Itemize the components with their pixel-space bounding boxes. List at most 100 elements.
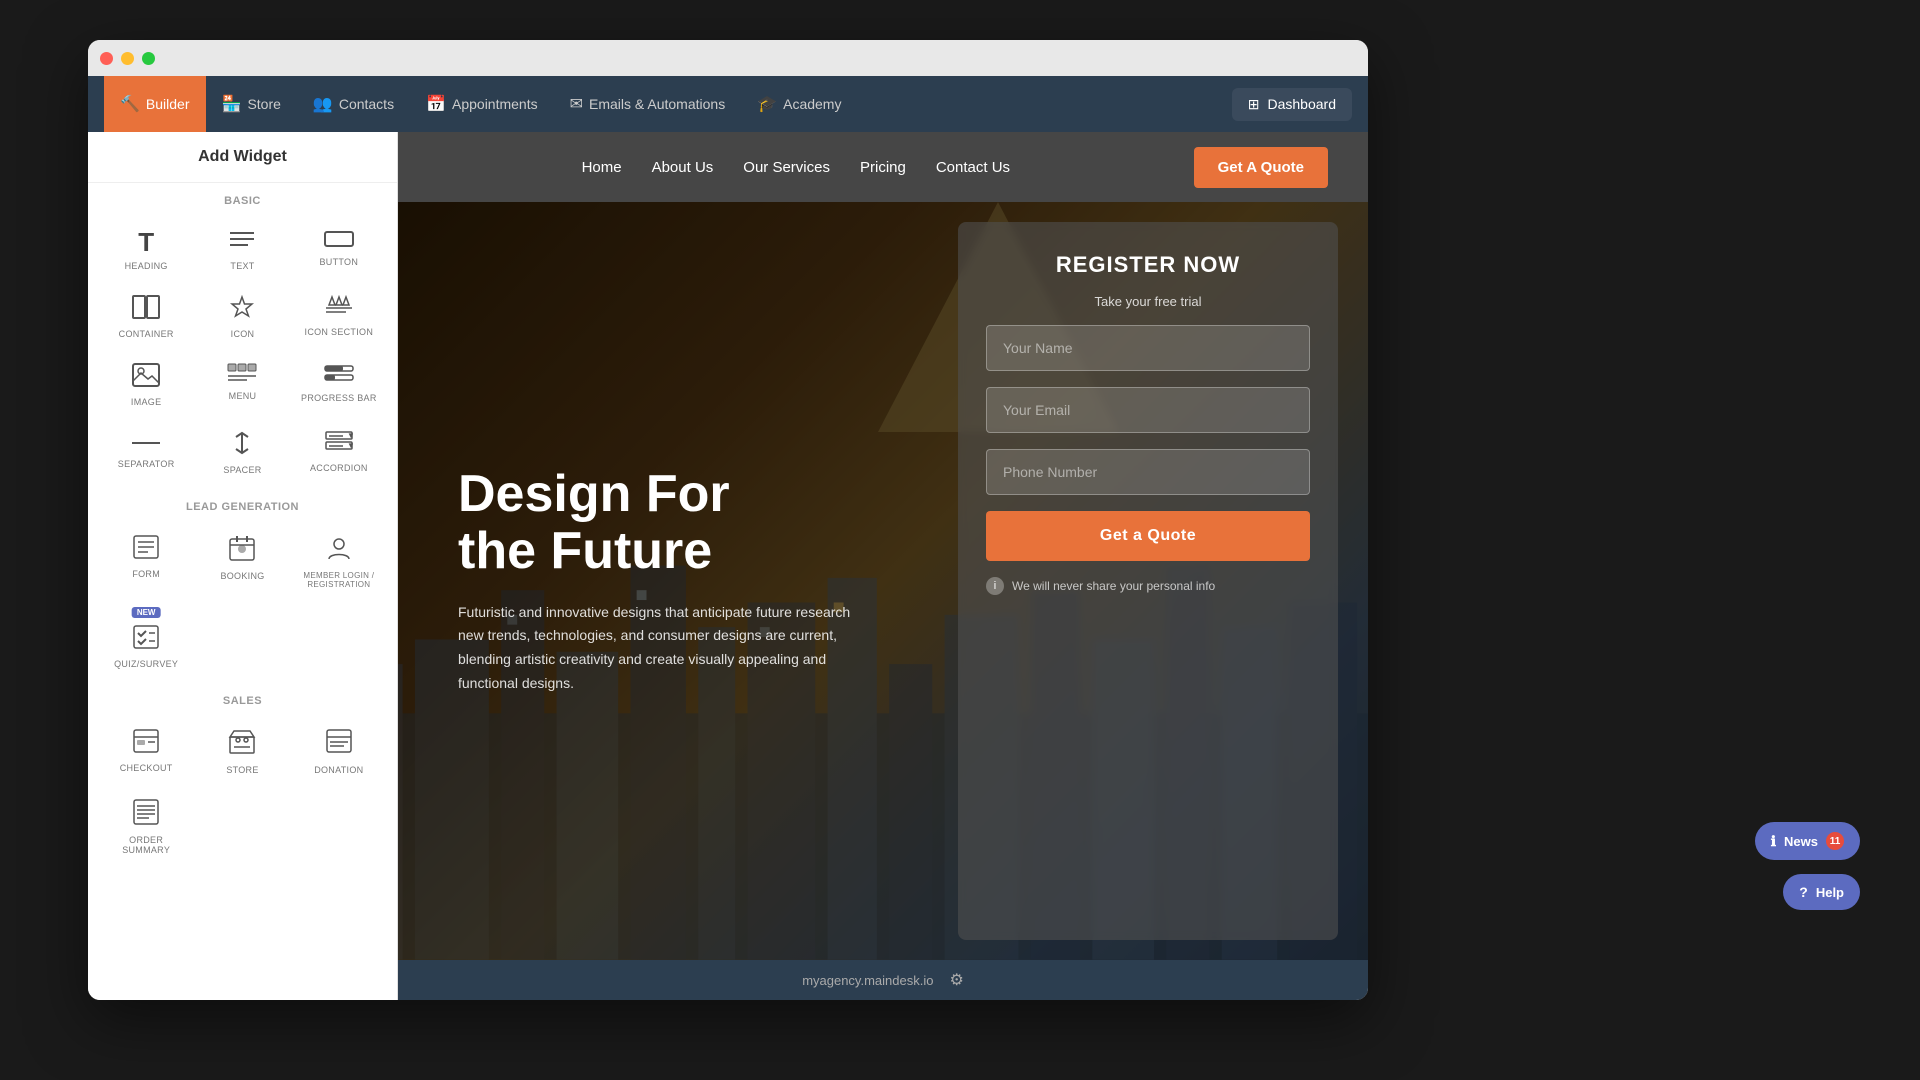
widget-member-login[interactable]: MEMBER LOGIN / REGISTRATION — [293, 525, 385, 599]
nav-item-store-label: Store — [247, 96, 280, 112]
site-nav-about[interactable]: About Us — [652, 159, 714, 176]
form-label: FORM — [132, 569, 160, 579]
widget-order-summary[interactable]: ORDER SUMMARY — [100, 789, 192, 865]
news-button-label: News — [1784, 834, 1818, 849]
svg-text:▼: ▼ — [347, 431, 353, 440]
image-icon — [132, 363, 160, 391]
settings-icon[interactable]: ⚙ — [949, 970, 963, 990]
progress-bar-label: PROGRESS BAR — [301, 393, 377, 403]
sales-section-label: SALES — [88, 683, 397, 715]
icon-section-label: ICON SECTION — [305, 327, 374, 337]
widget-menu[interactable]: MENU — [196, 353, 288, 417]
bottom-bar: myagency.maindesk.io ⚙ — [398, 960, 1368, 1000]
widget-container[interactable]: CONTAINER — [100, 285, 192, 349]
help-floating-button[interactable]: ? Help — [1783, 874, 1860, 910]
widget-image[interactable]: IMAGE — [100, 353, 192, 417]
site-cta-button[interactable]: Get A Quote — [1194, 147, 1328, 188]
close-button[interactable] — [100, 52, 113, 65]
quiz-survey-label: QUIZ/SURVEY — [114, 659, 178, 669]
nav-item-builder[interactable]: 🔨 Builder — [104, 76, 206, 132]
separator-icon — [131, 431, 161, 453]
image-label: IMAGE — [131, 397, 162, 407]
order-summary-label: ORDER SUMMARY — [104, 835, 188, 855]
phone-input[interactable] — [986, 449, 1310, 495]
member-login-label: MEMBER LOGIN / REGISTRATION — [297, 571, 381, 589]
widget-icon-section[interactable]: ICON SECTION — [293, 285, 385, 349]
widget-progress-bar[interactable]: PROGRESS BAR — [293, 353, 385, 417]
sidebar-title: Add Widget — [88, 132, 397, 183]
menu-label: MENU — [229, 391, 257, 401]
widget-booking[interactable]: BOOKING — [196, 525, 288, 599]
submit-button[interactable]: Get a Quote — [986, 511, 1310, 561]
widget-heading[interactable]: T HEADING — [100, 219, 192, 281]
donation-icon — [326, 729, 352, 759]
sales-widget-grid: CHECKOUT STORE DONATION — [88, 715, 397, 869]
widget-separator[interactable]: SEPARATOR — [100, 421, 192, 485]
widget-spacer[interactable]: SPACER — [196, 421, 288, 485]
minimize-button[interactable] — [121, 52, 134, 65]
nav-item-store[interactable]: 🏪 Store — [206, 76, 297, 132]
appointments-icon: 📅 — [426, 94, 446, 114]
widget-text[interactable]: TEXT — [196, 219, 288, 281]
nav-item-contacts[interactable]: 👥 Contacts — [297, 76, 410, 132]
lead-generation-widget-grid: FORM BOOKING MEMBER LOGIN / REGISTRATION… — [88, 521, 397, 683]
svg-text:▼: ▼ — [347, 441, 353, 450]
icon-section-icon — [324, 295, 354, 321]
button-icon — [324, 229, 354, 251]
news-count-badge: 11 — [1826, 832, 1844, 850]
widget-accordion[interactable]: ▼ ▼ ACCORDION — [293, 421, 385, 485]
top-navigation: 🔨 Builder 🏪 Store 👥 Contacts 📅 Appointme… — [88, 76, 1368, 132]
widget-icon[interactable]: ICON — [196, 285, 288, 349]
site-nav-services[interactable]: Our Services — [743, 159, 830, 176]
widget-form[interactable]: FORM — [100, 525, 192, 599]
widget-donation[interactable]: DONATION — [293, 719, 385, 785]
nav-item-emails[interactable]: ✉ Emails & Automations — [554, 76, 742, 132]
basic-widget-grid: T HEADING TEXT BUTTON — [88, 215, 397, 489]
order-summary-icon — [133, 799, 159, 829]
progress-bar-icon — [324, 363, 354, 387]
store-label: STORE — [226, 765, 258, 775]
member-login-icon — [326, 535, 352, 565]
accordion-icon: ▼ ▼ — [325, 431, 353, 457]
help-button-label: Help — [1816, 885, 1844, 900]
new-badge: NEW — [132, 607, 161, 618]
name-input[interactable] — [986, 325, 1310, 371]
container-label: CONTAINER — [119, 329, 174, 339]
news-floating-button[interactable]: ℹ News 11 — [1755, 822, 1860, 860]
store-icon — [228, 729, 256, 759]
maximize-button[interactable] — [142, 52, 155, 65]
icon-label: ICON — [231, 329, 255, 339]
academy-icon: 🎓 — [757, 94, 777, 114]
spacer-label: SPACER — [223, 465, 261, 475]
registration-form: REGISTER NOW Take your free trial Get a … — [958, 222, 1338, 940]
form-title: REGISTER NOW — [986, 252, 1310, 278]
widget-sidebar: Add Widget BASIC T HEADING TEXT — [88, 132, 398, 1000]
widget-store[interactable]: STORE — [196, 719, 288, 785]
site-nav-pricing[interactable]: Pricing — [860, 159, 906, 176]
widget-button[interactable]: BUTTON — [293, 219, 385, 281]
nav-item-appointments-label: Appointments — [452, 96, 538, 112]
checkout-icon — [133, 729, 159, 757]
widget-quiz-survey[interactable]: NEW QUIZ/SURVEY — [100, 603, 192, 679]
site-nav-contact[interactable]: Contact Us — [936, 159, 1010, 176]
widget-checkout[interactable]: CHECKOUT — [100, 719, 192, 785]
website-preview: Home About Us Our Services Pricing Conta… — [398, 132, 1368, 1000]
menu-icon — [227, 363, 257, 385]
nav-item-appointments[interactable]: 📅 Appointments — [410, 76, 554, 132]
text-label: TEXT — [230, 261, 254, 271]
main-window: 🔨 Builder 🏪 Store 👥 Contacts 📅 Appointme… — [88, 40, 1368, 1000]
form-icon — [133, 535, 159, 563]
nav-item-emails-label: Emails & Automations — [589, 96, 725, 112]
separator-label: SEPARATOR — [118, 459, 175, 469]
email-input[interactable] — [986, 387, 1310, 433]
dashboard-label: Dashboard — [1268, 96, 1337, 112]
store-nav-icon: 🏪 — [222, 94, 242, 114]
dashboard-button[interactable]: ⊞ Dashboard — [1232, 88, 1352, 121]
donation-label: DONATION — [314, 765, 363, 775]
site-navbar: Home About Us Our Services Pricing Conta… — [398, 132, 1368, 202]
main-area: Add Widget BASIC T HEADING TEXT — [88, 132, 1368, 1000]
spacer-icon — [228, 431, 256, 459]
site-url: myagency.maindesk.io — [802, 973, 933, 988]
site-nav-home[interactable]: Home — [582, 159, 622, 176]
nav-item-academy[interactable]: 🎓 Academy — [741, 76, 857, 132]
